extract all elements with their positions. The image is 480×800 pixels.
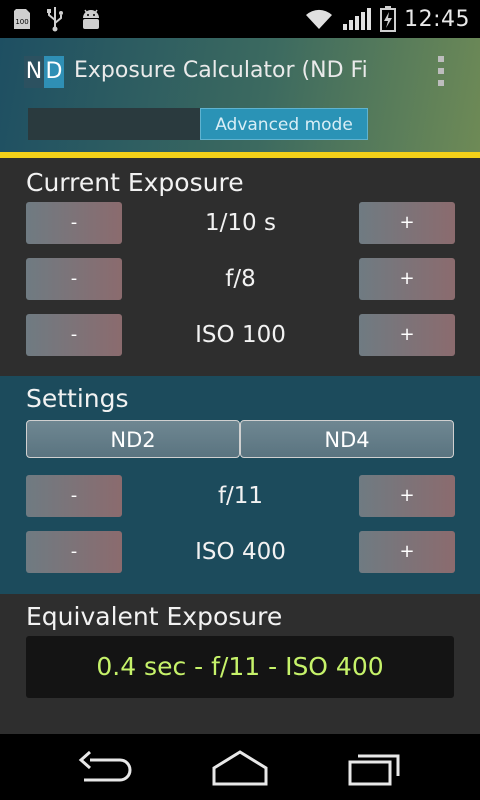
nd4-button[interactable]: ND4: [240, 420, 454, 458]
overflow-menu-icon[interactable]: [438, 56, 446, 86]
android-debug-icon: [83, 9, 99, 29]
settings-heading: Settings: [26, 384, 129, 413]
iso-increase-button[interactable]: +: [359, 314, 455, 356]
recents-icon[interactable]: [344, 746, 404, 788]
wifi-icon: [306, 9, 333, 29]
shutter-increase-button[interactable]: +: [359, 202, 455, 244]
back-icon[interactable]: [76, 746, 136, 788]
settings-iso-value: ISO 400: [195, 539, 286, 565]
settings-aperture-decrease-button[interactable]: -: [26, 475, 122, 517]
signal-icon: [343, 8, 372, 30]
logo-n: N: [24, 56, 44, 88]
storage-100-icon: 100: [14, 9, 30, 29]
advanced-mode-button[interactable]: Advanced mode: [200, 108, 368, 140]
navigation-bar: [0, 734, 480, 800]
iso-value: ISO 100: [195, 322, 286, 348]
nd2-button[interactable]: ND2: [26, 420, 240, 458]
settings-aperture-increase-button[interactable]: +: [359, 475, 455, 517]
app-logo[interactable]: N D: [24, 56, 64, 88]
settings-iso-row: - ISO 400 +: [0, 531, 480, 573]
clock: 12:45: [404, 6, 470, 32]
aperture-value: f/8: [225, 266, 256, 292]
app-title: Exposure Calculator (ND Fi: [74, 58, 368, 83]
settings-aperture-value: f/11: [217, 483, 264, 509]
home-icon[interactable]: [210, 746, 270, 788]
settings-aperture-row: - f/11 +: [0, 475, 480, 517]
current-exposure-section: Current Exposure - 1/10 s + - f/8 + - IS…: [0, 158, 480, 376]
settings-iso-decrease-button[interactable]: -: [26, 531, 122, 573]
current-exposure-heading: Current Exposure: [26, 168, 244, 197]
shutter-value: 1/10 s: [205, 210, 276, 236]
logo-d: D: [44, 56, 64, 88]
iso-row: - ISO 100 +: [0, 314, 480, 356]
iso-decrease-button[interactable]: -: [26, 314, 122, 356]
shutter-row: - 1/10 s +: [0, 202, 480, 244]
battery-charging-icon: [380, 6, 397, 32]
equivalent-exposure-heading: Equivalent Exposure: [26, 602, 283, 631]
status-bar: 100 12:45: [0, 0, 480, 38]
shutter-decrease-button[interactable]: -: [26, 202, 122, 244]
usb-icon: [47, 7, 63, 32]
settings-section: Settings - f/11 + - ISO 400 +: [0, 376, 480, 594]
storage-badge-text: 100: [15, 18, 28, 26]
equivalent-result: 0.4 sec - f/11 - ISO 400: [26, 636, 454, 698]
aperture-increase-button[interactable]: +: [359, 258, 455, 300]
aperture-decrease-button[interactable]: -: [26, 258, 122, 300]
settings-iso-increase-button[interactable]: +: [359, 531, 455, 573]
aperture-row: - f/8 +: [0, 258, 480, 300]
